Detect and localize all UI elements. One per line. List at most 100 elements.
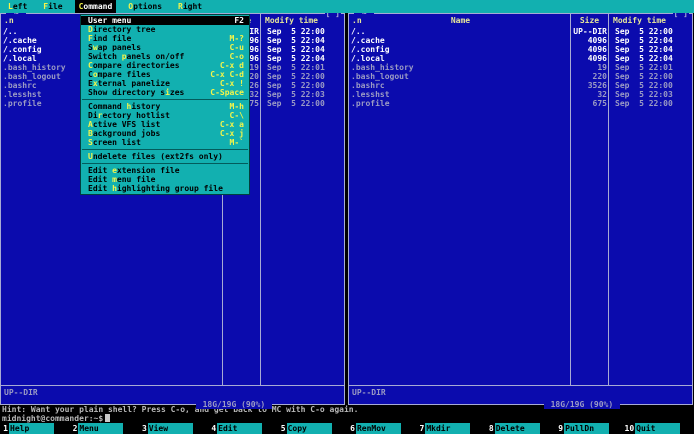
menubar-item-right[interactable]: Right	[174, 0, 206, 13]
menu-item-directory-hotlist[interactable]: Directory hotlist C-\	[81, 111, 249, 120]
file-mtime: Sep 5 22:00	[267, 27, 325, 36]
file-mtime: Sep 5 22:04	[615, 36, 673, 45]
menu-shortcut: C-x j	[219, 129, 244, 138]
fkey-quit-button[interactable]: 10 Quit	[625, 423, 694, 434]
hotkey-letter: h	[126, 102, 132, 111]
fkey-number: 1	[3, 424, 8, 433]
column-header-mtime[interactable]: Modify time	[265, 16, 318, 25]
fkey-number: 10	[624, 424, 635, 433]
file-row[interactable]: .bash_logout 220 Sep 5 22:00	[349, 72, 692, 81]
file-name: .lesshst	[351, 90, 390, 99]
fkey-help-button[interactable]: 1 Help	[0, 423, 69, 434]
label-text: Directory hotlist	[88, 111, 170, 120]
menu-item-user-menu[interactable]: User menu F2	[81, 16, 249, 25]
fkey-view-button[interactable]: 3 View	[139, 423, 208, 434]
file-mtime: Sep 5 22:03	[267, 90, 325, 99]
fkey-menu-button[interactable]: 2 Menu	[69, 423, 138, 434]
fkey-renmov-button[interactable]: 6 RenMov	[347, 423, 416, 434]
file-name: .bash_history	[351, 63, 414, 72]
fkey-edit-button[interactable]: 4 Edit	[208, 423, 277, 434]
file-row[interactable]: /.config 4096 Sep 5 22:04	[349, 45, 692, 54]
label-text: Undelete files (ext2fs only)	[88, 152, 223, 161]
file-mtime: Sep 5 22:00	[615, 72, 673, 81]
fkey-copy-button[interactable]: 5 Copy	[278, 423, 347, 434]
fkey-pulldn-button[interactable]: 9 PullDn	[555, 423, 624, 434]
menu-item-show-directory-sizes[interactable]: Show directory sizes C-Space	[81, 88, 249, 97]
menu-item-command-history[interactable]: Command history M-h	[81, 102, 249, 111]
hotkey-letter: C	[88, 61, 93, 70]
file-row[interactable]: .profile 675 Sep 5 22:00	[349, 99, 692, 108]
menu-item-find-file[interactable]: Find file M-?	[81, 34, 249, 43]
file-name: .profile	[351, 99, 390, 108]
fkey-label: RenMov	[355, 423, 401, 434]
hotkey-letter: F	[88, 34, 93, 43]
menu-shortcut: C-\	[229, 111, 244, 120]
file-size: 3526	[587, 81, 607, 90]
column-header-mtime[interactable]: Modify time	[613, 16, 666, 25]
file-name: /.config	[351, 45, 390, 54]
file-row[interactable]: .bashrc 3526 Sep 5 22:00	[349, 81, 692, 90]
fkey-mkdir-button[interactable]: 7 Mkdir	[416, 423, 485, 434]
hotkey-letter: x	[92, 79, 98, 88]
fkey-label: PullDn	[564, 423, 610, 434]
label-text: Screen list	[88, 138, 141, 147]
menu-item-external-panelize[interactable]: External panelize C-x !	[81, 79, 249, 88]
free-space-indicator: 18G/19G (90%)	[195, 400, 272, 409]
hotkey-letter: S	[88, 138, 93, 147]
column-header-size[interactable]: Size	[571, 16, 608, 25]
menubar-item-file[interactable]: File	[39, 0, 66, 13]
menu-item-active-vfs-list[interactable]: Active VFS list C-x a	[81, 120, 249, 129]
fkey-number: 5	[280, 424, 286, 433]
fkey-delete-button[interactable]: 8 Delete	[486, 423, 555, 434]
file-mtime: Sep 5 22:00	[615, 99, 673, 108]
label-text: Options	[128, 2, 163, 11]
fkey-number: 3	[141, 424, 147, 433]
label-text: Show directory sizes	[88, 88, 185, 97]
menu-shortcut: M-`	[229, 138, 244, 147]
mini-status-separator	[1, 385, 344, 386]
menu-shortcut: M-h	[229, 102, 244, 111]
file-row[interactable]: /.cache 4096 Sep 5 22:04	[349, 36, 692, 45]
label-text: Command	[78, 2, 113, 11]
file-row[interactable]: /.. UP--DIR Sep 5 22:00	[349, 27, 692, 36]
hotkey-letter: A	[88, 120, 93, 129]
menu-separator	[81, 147, 249, 152]
menu-item-screen-list[interactable]: Screen list M-`	[81, 138, 249, 147]
file-row[interactable]: .bash_history 19 Sep 5 22:01	[349, 63, 692, 72]
menu-item-edit-menu-file[interactable]: Edit menu file	[81, 175, 249, 184]
menu-item-edit-extension-file[interactable]: Edit extension file	[81, 166, 249, 175]
file-mtime: Sep 5 22:04	[615, 54, 673, 63]
label-text: Swap panels	[88, 43, 142, 52]
menu-item-background-jobs[interactable]: Background jobs C-x j	[81, 129, 249, 138]
fkey-number: 7	[419, 424, 425, 433]
menubar-item-left[interactable]: Left	[4, 0, 31, 13]
fkey-number: 8	[488, 424, 494, 433]
menu-item-swap-panels[interactable]: Swap panels C-u	[81, 43, 249, 52]
menu-item-undelete-files-ext-fs-only[interactable]: Undelete files (ext2fs only)	[81, 152, 249, 161]
hotkey-letter: r	[97, 111, 103, 120]
command-line[interactable]: midnight@commander:~$	[2, 414, 111, 423]
file-mtime: Sep 5 22:04	[615, 45, 673, 54]
panel-header: .nNameSizeModify time	[349, 16, 692, 25]
menu-item-compare-files[interactable]: Compare files C-x C-d	[81, 70, 249, 79]
menu-item-edit-highlighting-group-file[interactable]: Edit highlighting group file	[81, 184, 249, 193]
menu-item-switch-panels-on-off[interactable]: Switch panels on/off C-o	[81, 52, 249, 61]
file-row[interactable]: .lesshst 32 Sep 5 22:03	[349, 90, 692, 99]
file-row[interactable]: /.local 4096 Sep 5 22:04	[349, 54, 692, 63]
file-size: 4096	[587, 54, 607, 63]
menu-item-directory-tree[interactable]: Directory tree	[81, 25, 249, 34]
hotkey-letter: m	[112, 175, 117, 184]
fkey-number: 9	[558, 424, 564, 433]
hotkey-letter: U	[88, 16, 93, 25]
label-text: Right	[178, 2, 203, 11]
file-name: /.local	[351, 54, 385, 63]
menubar-item-command[interactable]: Command	[74, 0, 117, 13]
menubar-item-options[interactable]: Options	[124, 0, 166, 13]
function-key-bar: 1 Help 2 Menu 3 View 4 Edit 5 Copy 6 RenMov 7 Mkdir 8 D…	[0, 423, 694, 434]
column-header-name[interactable]: Name	[351, 16, 570, 25]
menu-item-compare-directories[interactable]: Compare directories C-x d	[81, 61, 249, 70]
hotkey-letter: w	[92, 43, 98, 52]
menu-separator	[81, 97, 249, 102]
free-space-indicator: 18G/19G (90%)	[543, 400, 620, 409]
file-size: 4096	[587, 36, 607, 45]
